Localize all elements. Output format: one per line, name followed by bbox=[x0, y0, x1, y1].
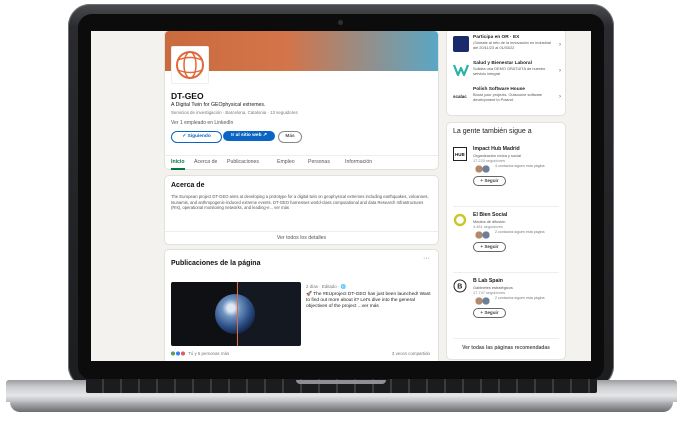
contacts-avatars bbox=[475, 165, 491, 173]
svg-text:B: B bbox=[457, 284, 462, 291]
tab-informacion[interactable]: Información bbox=[345, 159, 372, 165]
active-tab-indicator bbox=[171, 168, 185, 170]
mutual-contacts: 2 contactos siguen esta página bbox=[495, 296, 545, 300]
ad-description: Solicita una DEMO GRATUITA de nuestro se… bbox=[473, 66, 546, 76]
laptop-lip bbox=[10, 402, 673, 412]
chevron-right-icon[interactable]: › bbox=[559, 42, 561, 48]
page-tabs: Inicio Acerca de Publicaciones Empleo Pe… bbox=[165, 155, 438, 170]
ad-logo-icon bbox=[453, 36, 469, 52]
more-button[interactable]: Más bbox=[278, 131, 302, 143]
mutual-contacts: 4 contactos siguen esta página bbox=[495, 164, 545, 168]
posts-card: Publicaciones de la página ··· 2 días · … bbox=[165, 250, 438, 361]
camera-dot bbox=[338, 20, 343, 25]
ad-item[interactable]: Participa en OR · EX ¡Súmate al reto de … bbox=[453, 35, 563, 57]
ad-logo-icon bbox=[452, 62, 470, 78]
suggested-page-followers: 17.220 seguidores bbox=[473, 158, 506, 163]
laptop-screen: DT-GEO A Digital Twin for GEOphysical ex… bbox=[91, 31, 591, 361]
company-tagline: A Digital Twin for GEOphysical extremes. bbox=[171, 102, 266, 108]
impact-hub-logo[interactable]: HUB bbox=[453, 147, 467, 161]
reaction-icons bbox=[171, 351, 187, 357]
reactions-label: Tú y 6 personas más bbox=[188, 351, 230, 356]
earth-image bbox=[215, 294, 255, 334]
follow-button[interactable]: + Seguir bbox=[473, 242, 506, 252]
svg-text:scalac: scalac bbox=[453, 94, 467, 99]
suggestions-title: La gente también sigue a bbox=[453, 128, 532, 135]
post-meta: 2 días · Editado · 🌐 bbox=[306, 284, 347, 289]
suggested-page-followers: 17.747 seguidores bbox=[473, 290, 506, 295]
follow-button[interactable]: + Seguir bbox=[473, 176, 506, 186]
post-reactions[interactable]: Tú y 6 personas más bbox=[171, 351, 230, 357]
suggested-page: El Bien Social Medios de difusión 4.481 … bbox=[453, 211, 561, 269]
ad-description: Boost your projects. Outsource software … bbox=[473, 92, 543, 102]
company-logo[interactable] bbox=[171, 46, 209, 84]
following-button[interactable]: ✓ Siguiendo bbox=[171, 131, 222, 143]
ad-logo-icon: scalac bbox=[453, 88, 469, 104]
company-meta: Servicios de investigación · Barcelona, … bbox=[171, 110, 298, 115]
suggested-page-followers: 4.481 seguidores bbox=[473, 224, 503, 229]
see-all-recommended-link[interactable]: Ver todas las páginas recomendadas bbox=[447, 345, 565, 351]
b-lab-logo[interactable]: B bbox=[453, 279, 467, 293]
tab-publicaciones[interactable]: Publicaciones bbox=[227, 159, 259, 165]
suggested-page-name[interactable]: B Lab Spain bbox=[473, 278, 503, 284]
about-text: The European project DT-GEO aims at deve… bbox=[171, 194, 429, 211]
main-column: DT-GEO A Digital Twin for GEOphysical ex… bbox=[165, 31, 438, 361]
contacts-avatars bbox=[475, 297, 491, 305]
tab-personas[interactable]: Personas bbox=[308, 159, 330, 165]
post-shares[interactable]: 3 veces compartido bbox=[392, 351, 430, 356]
chevron-right-icon[interactable]: › bbox=[559, 94, 561, 100]
suggested-page-name[interactable]: El Bien Social bbox=[473, 212, 507, 218]
website-button[interactable]: Ir al sitio web ↗ bbox=[223, 131, 275, 141]
posts-heading: Publicaciones de la página bbox=[171, 260, 261, 267]
people-also-follow-card: La gente también sigue a HUB Impact Hub … bbox=[447, 123, 565, 359]
mutual-contacts: 2 contactos siguen esta página bbox=[495, 230, 545, 234]
divider bbox=[453, 272, 559, 273]
post-image[interactable] bbox=[171, 282, 301, 346]
employees-link[interactable]: Ver 1 empleado en LinkedIn bbox=[171, 120, 233, 126]
chevron-right-icon[interactable]: › bbox=[559, 68, 561, 74]
tab-empleo[interactable]: Empleo bbox=[277, 159, 295, 165]
suggested-page-name[interactable]: Impact Hub Madrid bbox=[473, 146, 520, 152]
follow-button[interactable]: + Seguir bbox=[473, 308, 506, 318]
hinge-notch bbox=[296, 380, 386, 384]
svg-text:HUB: HUB bbox=[455, 152, 465, 157]
tab-acerca[interactable]: Acerca de bbox=[194, 159, 217, 165]
company-header-card: DT-GEO A Digital Twin for GEOphysical ex… bbox=[165, 31, 438, 170]
divider bbox=[453, 206, 559, 207]
post-image-divider bbox=[237, 282, 238, 346]
ad-item[interactable]: scalac Polish Software House Boost your … bbox=[453, 87, 563, 109]
about-card: Acerca de The European project DT-GEO ai… bbox=[165, 176, 438, 244]
el-bien-social-logo[interactable] bbox=[453, 213, 467, 227]
see-all-details-link[interactable]: Ver todos los detalles bbox=[165, 231, 438, 245]
about-heading: Acerca de bbox=[171, 182, 205, 189]
contacts-avatars bbox=[475, 231, 491, 239]
company-name: DT-GEO bbox=[171, 91, 204, 101]
suggested-page: HUB Impact Hub Madrid Organización cívic… bbox=[453, 145, 561, 203]
laptop-base bbox=[6, 379, 677, 430]
divider bbox=[453, 338, 559, 339]
suggested-page: B B Lab Spain Gabinetes estratégicos 17.… bbox=[453, 277, 561, 335]
ad-description: ¡Súmate al reto de la innovación en indu… bbox=[473, 40, 551, 50]
ad-item[interactable]: Salud y Bienestar Laboral Solicita una D… bbox=[452, 61, 563, 83]
promoted-ads-card: Participa en OR · EX ¡Súmate al reto de … bbox=[447, 31, 565, 115]
more-options-icon[interactable]: ··· bbox=[423, 255, 430, 262]
post-text[interactable]: 🚀 The #EUproject DT-GEO has just been la… bbox=[306, 292, 434, 311]
tab-inicio[interactable]: Inicio bbox=[171, 159, 185, 165]
